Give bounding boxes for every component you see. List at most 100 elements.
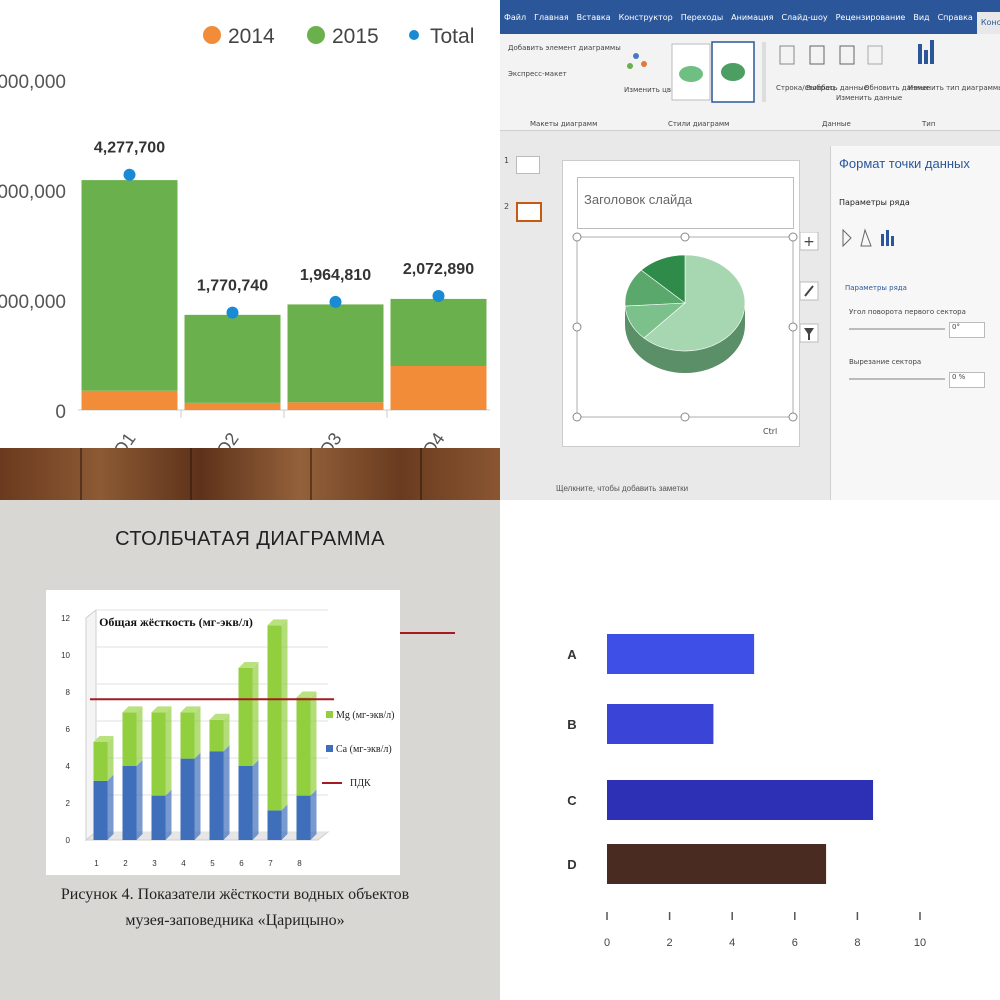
bar-chart-icon: [918, 44, 922, 64]
slide-thumbnail-2[interactable]: [516, 202, 542, 222]
chart-side-buttons: +: [800, 232, 819, 343]
x-tick-label: 3: [152, 859, 157, 868]
total-point: [226, 306, 239, 319]
color-dot-icon: [641, 61, 647, 67]
water-hardness-chart: Общая жёсткость (мг-экв/л) 0 2 4 6 8 10 12 1 2 3 4 5…: [46, 590, 400, 875]
legend-marker: [307, 26, 325, 44]
resize-handle: [572, 322, 582, 332]
color-dot-icon: [627, 63, 633, 69]
bar: [607, 780, 874, 820]
notes-placeholder[interactable]: Щелкните, чтобы добавить заметки: [556, 484, 688, 493]
bar-mg: [180, 712, 195, 759]
bar: [607, 634, 755, 674]
style-scroll[interactable]: [762, 42, 766, 102]
slide-number: 2: [504, 202, 510, 211]
ribbon-tab[interactable]: Главная: [530, 13, 573, 22]
resize-handle: [788, 322, 798, 332]
bar-2014: [287, 402, 384, 410]
resize-handle: [572, 412, 582, 422]
bar-ca: [209, 751, 224, 840]
color-dot-icon: [633, 53, 639, 59]
ribbon-tab[interactable]: Конструктор: [976, 12, 1000, 34]
x-tick-label: 7: [268, 859, 273, 868]
series-options-icon[interactable]: [881, 234, 884, 246]
explosion-slider[interactable]: [849, 378, 945, 380]
chart-4-svg: A B C D 0 2 4 6 8 10: [567, 634, 926, 949]
bar-side: [252, 760, 259, 840]
ribbon-tab[interactable]: Вид: [909, 13, 933, 22]
slide-title: Заголовок слайда: [584, 192, 693, 207]
legend-label: 2014: [228, 25, 275, 48]
ribbon-tab[interactable]: Конструктор: [615, 13, 677, 22]
edit-icon: [839, 45, 855, 65]
x-tick-label: 8: [854, 937, 860, 949]
quarterly-stacked-bar-chart: 02,000,0004,000,0006,000,0004,277,700Q11…: [0, 0, 500, 500]
resize-handle: [572, 232, 582, 242]
legend-label: Total: [430, 25, 474, 48]
bar-ca: [296, 795, 311, 840]
bar-side: [165, 706, 172, 796]
angle-slider[interactable]: [849, 328, 945, 330]
plus-icon: +: [803, 234, 815, 250]
paste-options-button[interactable]: Ctrl: [763, 427, 777, 436]
figure-caption-line-1: Рисунок 4. Показатели жёсткости водных о…: [60, 886, 410, 903]
legend-marker: [326, 745, 333, 752]
bar-side: [194, 706, 201, 759]
effects-icon[interactable]: [860, 228, 872, 247]
explosion-input[interactable]: 0 %: [949, 372, 985, 388]
bar-ca: [93, 780, 108, 840]
bar-mg: [267, 625, 282, 811]
slide-title-placeholder[interactable]: Заголовок слайда: [577, 177, 794, 229]
y-tick-label: C: [567, 793, 577, 808]
resize-handle: [788, 412, 798, 422]
x-tick-label: 6: [792, 937, 798, 949]
y-tick-label: 4: [66, 762, 71, 771]
bar-2015: [184, 314, 281, 403]
data-label: 1,770,740: [197, 278, 268, 295]
ribbon-tab[interactable]: Анимация: [727, 13, 777, 22]
legend-marker: [326, 711, 333, 718]
series-params-section[interactable]: Параметры ряда: [845, 284, 907, 292]
ribbon-tab[interactable]: Вставка: [573, 13, 615, 22]
y-tick-label: 12: [61, 614, 70, 623]
legend-label: Mg (мг-экв/л): [336, 710, 394, 721]
total-point: [123, 168, 136, 181]
legend-label: 2015: [332, 25, 379, 48]
floor-plank-seam: [420, 448, 422, 500]
x-tick-label: 6: [239, 859, 244, 868]
ribbon-tab[interactable]: Рецензирование: [832, 13, 910, 22]
floor-plank-seam: [80, 448, 82, 500]
bar: [607, 704, 714, 744]
resize-handle: [680, 232, 690, 242]
bar-mg: [151, 712, 166, 796]
y-tick-label: 6: [66, 725, 71, 734]
angle-input[interactable]: 0°: [949, 322, 985, 338]
floor-wall: [84, 831, 330, 841]
ribbon-tab[interactable]: Переходы: [677, 13, 727, 22]
slide-heading: СТОЛБЧАТАЯ ДИАГРАММА: [115, 528, 385, 550]
pane-title: Формат точки данных: [839, 156, 970, 171]
pane-tab-icons: [842, 228, 894, 248]
y-tick-label: 2: [66, 799, 71, 808]
bar-mg: [238, 667, 253, 766]
bar-2014: [390, 366, 487, 410]
slide-thumbnail-1[interactable]: [516, 156, 540, 174]
ribbon-tab[interactable]: Справка: [934, 13, 977, 22]
y-tick-label: D: [567, 857, 576, 872]
fill-icon[interactable]: [842, 228, 852, 248]
bar-chart-icon: [924, 50, 928, 64]
bar-ca: [238, 766, 253, 840]
ribbon-tab[interactable]: Файл: [500, 13, 530, 22]
figure-caption-line-2: музея-заповедника «Царицыно»: [125, 912, 345, 929]
series-options-dropdown[interactable]: Параметры ряда: [839, 198, 910, 207]
bar-side: [136, 706, 143, 766]
slide-canvas[interactable]: Заголовок слайда Ctrl: [562, 160, 800, 447]
ribbon-tab[interactable]: Слайд-шоу: [777, 13, 831, 22]
table-icon: [779, 45, 795, 65]
legend-label: ПДК: [350, 778, 371, 789]
data-label: 4,277,700: [94, 140, 165, 157]
chart-1-svg: 02,000,0004,000,0006,000,0004,277,700Q11…: [0, 25, 490, 460]
x-tick-label: 2: [123, 859, 128, 868]
pie-chart-svg[interactable]: [563, 231, 799, 451]
bar-mg: [122, 712, 137, 766]
